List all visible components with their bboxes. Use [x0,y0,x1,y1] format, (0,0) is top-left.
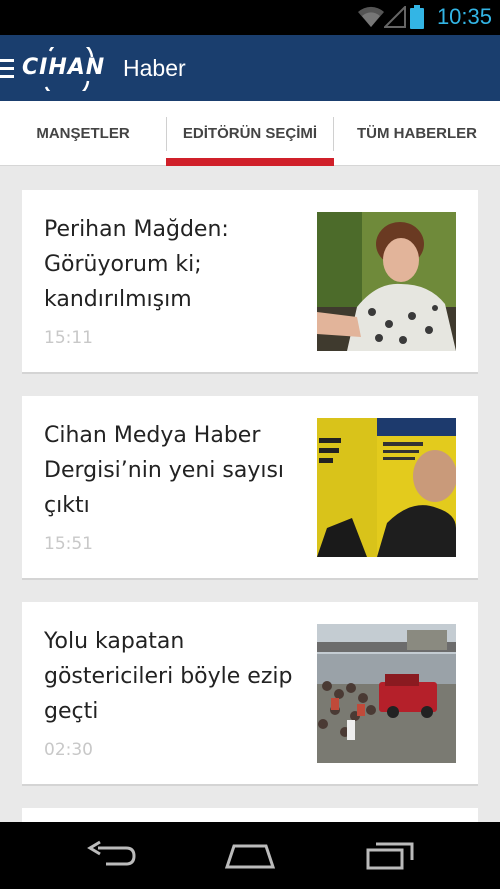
tab-editorun-secimi[interactable]: EDİTÖRÜN SEÇİMİ [166,101,334,166]
article-thumbnail[interactable] [317,212,456,351]
tab-tum-haberler[interactable]: TÜM HABERLER [334,101,500,166]
battery-icon [410,5,424,29]
recent-apps-icon[interactable] [366,840,416,870]
wifi-icon [358,6,384,27]
status-clock: 10:35 [436,4,492,29]
tab-selected-indicator [166,158,334,166]
app-bar: CIHAN Haber [0,35,500,101]
portrait-photo-icon [317,212,456,351]
status-bar: 10:35 [0,0,500,35]
article-time: 15:11 [44,328,93,348]
navigation-bar [0,822,500,889]
back-icon[interactable] [86,840,136,870]
article-card[interactable]: Cihan Medya Haber Dergisi’nin yeni sayıs… [22,396,478,580]
article-time: 02:30 [44,740,93,760]
tab-bar: MANŞETLER EDİTÖRÜN SEÇİMİ TÜM HABERLER [0,101,500,166]
article-headline[interactable]: Cihan Medya Haber Dergisi’nin yeni sayıs… [44,418,299,523]
logo-text: CIHAN [22,55,106,80]
article-card[interactable]: Perihan Mağden: Görüyorum ki; kandırılmı… [22,190,478,374]
tab-mansetler[interactable]: MANŞETLER [0,101,166,166]
menu-icon[interactable] [0,59,14,79]
home-icon[interactable] [224,840,276,870]
article-headline[interactable]: Yolu kapatan göstericileri böyle ezip ge… [44,624,299,729]
article-card[interactable]: Yolu kapatan göstericileri böyle ezip ge… [22,602,478,786]
article-thumbnail[interactable] [317,624,456,763]
app-title: Haber [123,55,186,81]
street-protest-photo-icon [317,624,456,763]
article-thumbnail[interactable] [317,418,456,557]
article-headline[interactable]: Perihan Mağden: Görüyorum ki; kandırılmı… [44,212,299,317]
article-time: 15:51 [44,534,93,554]
signal-icon [384,6,406,28]
magazine-cover-photo-icon [317,418,456,557]
app-logo[interactable]: CIHAN [22,47,108,91]
